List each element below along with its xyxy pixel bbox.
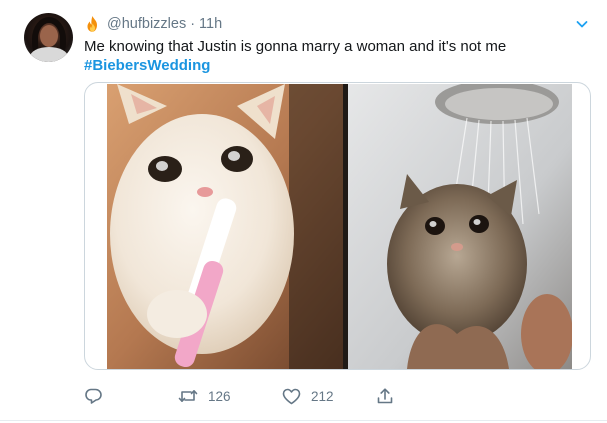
avatar-face bbox=[40, 25, 58, 47]
reply-button[interactable] bbox=[84, 382, 103, 410]
meme-photo bbox=[107, 84, 572, 369]
fire-icon bbox=[84, 15, 101, 33]
tweet-text: Me knowing that Justin is gonna marry a … bbox=[84, 38, 507, 55]
avatar-body bbox=[30, 47, 68, 62]
tweet-header: @hufbizzles · 11h bbox=[84, 14, 222, 34]
heart-icon bbox=[282, 388, 301, 405]
retweet-button[interactable]: 126 bbox=[178, 382, 231, 410]
left-panel bbox=[107, 84, 347, 369]
like-button[interactable]: 212 bbox=[282, 382, 334, 410]
share-button[interactable] bbox=[376, 382, 394, 410]
author-handle[interactable]: @hufbizzles bbox=[107, 16, 186, 32]
more-options-button[interactable] bbox=[568, 12, 596, 40]
avatar[interactable] bbox=[24, 13, 73, 62]
chevron-down-icon bbox=[574, 16, 590, 37]
header-separator: · bbox=[190, 16, 196, 32]
retweet-count: 126 bbox=[208, 388, 231, 404]
hashtag-link[interactable]: #BiebersWedding bbox=[84, 56, 210, 76]
tweet-actions: 126 212 bbox=[84, 382, 484, 410]
panel-divider bbox=[343, 84, 348, 369]
tweet-divider bbox=[0, 420, 607, 421]
tweet[interactable]: @hufbizzles · 11h Me knowing that Justin… bbox=[0, 0, 607, 423]
reply-icon bbox=[84, 387, 103, 405]
tweet-media[interactable] bbox=[84, 82, 591, 370]
right-panel bbox=[348, 84, 572, 369]
retweet-icon bbox=[178, 388, 198, 404]
share-icon bbox=[376, 387, 394, 405]
like-count: 212 bbox=[311, 388, 334, 404]
timestamp[interactable]: 11h bbox=[199, 16, 222, 32]
